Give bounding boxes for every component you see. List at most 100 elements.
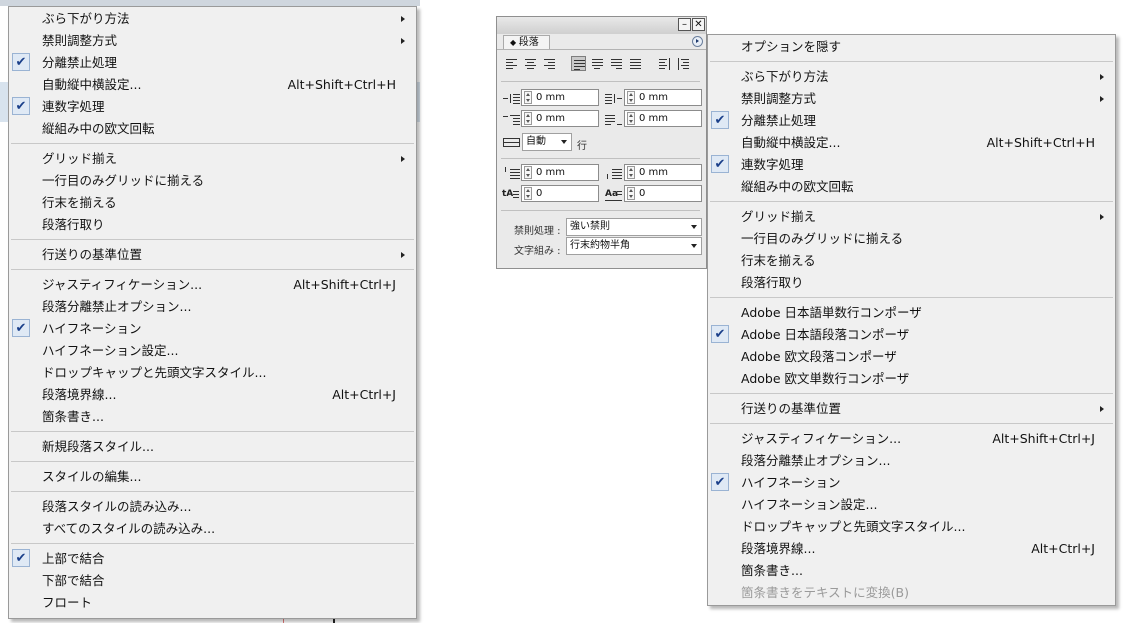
menu-item[interactable]: 行末を揃える xyxy=(9,192,416,214)
menu-item-label: ぶら下がり方法 xyxy=(741,69,829,84)
justify-left-icon[interactable] xyxy=(571,56,586,71)
menu-item[interactable]: 段落スタイルの読み込み... xyxy=(9,496,416,518)
menu-item[interactable]: 自動縦中横設定... Alt+Shift+Ctrl+H xyxy=(9,74,416,96)
menu-item[interactable]: ✔ ハイフネーション xyxy=(708,472,1115,494)
menu-item[interactable]: 一行目のみグリッドに揃える xyxy=(708,228,1115,250)
menu-item-label: 自動縦中横設定... xyxy=(42,77,142,92)
tab-paragraph[interactable]: ◆ 段落 xyxy=(503,35,550,50)
menu-item-label: 自動縦中横設定... xyxy=(741,135,841,150)
justify-all-icon[interactable] xyxy=(628,56,643,71)
menu-item[interactable]: ぶら下がり方法 xyxy=(9,8,416,30)
first-line-indent-field[interactable]: 0 mm xyxy=(521,110,599,127)
panel-title-bar[interactable]: – ✕ xyxy=(497,17,706,34)
menu-item[interactable]: ✔ 分離禁止処理 xyxy=(708,110,1115,132)
menu-item[interactable]: ドロップキャップと先頭文字スタイル... xyxy=(708,516,1115,538)
drop-cap-chars-field[interactable]: 0 xyxy=(624,185,702,202)
menu-item[interactable]: 縦組み中の欧文回転 xyxy=(9,118,416,140)
menu-item[interactable]: ✔ 連数字処理 xyxy=(708,154,1115,176)
menu-item[interactable]: ✔ 分離禁止処理 xyxy=(9,52,416,74)
left-indent-stepper[interactable] xyxy=(524,91,532,104)
checkmark-icon: ✔ xyxy=(12,319,30,337)
menu-item[interactable]: 段落境界線... Alt+Ctrl+J xyxy=(708,538,1115,560)
align-towards-spine-icon[interactable] xyxy=(657,56,672,71)
menu-item-label: ハイフネーション設定... xyxy=(741,497,878,512)
menu-item[interactable]: 禁則調整方式 xyxy=(9,30,416,52)
justify-center-icon[interactable] xyxy=(590,56,605,71)
menu-item[interactable]: 一行目のみグリッドに揃える xyxy=(9,170,416,192)
auto-dropdown[interactable]: 自動 xyxy=(522,133,572,151)
menu-item[interactable]: フロート xyxy=(9,592,416,614)
menu-item[interactable]: 禁則調整方式 xyxy=(708,88,1115,110)
menu-item[interactable]: グリッド揃え xyxy=(708,206,1115,228)
menu-item[interactable]: オプションを隠す xyxy=(708,36,1115,58)
menu-item-label: ドロップキャップと先頭文字スタイル... xyxy=(42,365,267,380)
space-after-field[interactable]: 0 mm xyxy=(624,164,702,181)
minimize-button[interactable]: – xyxy=(678,18,691,31)
menu-item[interactable]: Adobe 欧文段落コンポーザ xyxy=(708,346,1115,368)
drop-cap-chars-value: 0 xyxy=(639,188,646,199)
menu-item[interactable]: すべてのスタイルの読み込み... xyxy=(9,518,416,540)
first-line-indent-stepper[interactable] xyxy=(524,112,532,125)
close-button[interactable]: ✕ xyxy=(692,18,705,31)
menu-item[interactable]: ✔ ハイフネーション xyxy=(9,318,416,340)
panel-divider xyxy=(501,158,700,159)
menu-item-label: 箇条書き... xyxy=(42,409,104,424)
last-line-indent-value: 0 mm xyxy=(639,113,669,124)
menu-item[interactable]: 下部で結合 xyxy=(9,570,416,592)
menu-item[interactable]: 縦組み中の欧文回転 xyxy=(708,176,1115,198)
left-indent-field[interactable]: 0 mm xyxy=(521,89,599,106)
kinsoku-dropdown[interactable]: 強い禁則 xyxy=(566,218,702,236)
menu-item-label: 上部で結合 xyxy=(42,551,105,566)
align-right-icon[interactable] xyxy=(542,56,557,71)
align-left-icon[interactable] xyxy=(504,56,519,71)
last-line-indent-stepper[interactable] xyxy=(627,112,635,125)
menu-item[interactable]: ✔ 連数字処理 xyxy=(9,96,416,118)
menu-item[interactable]: ぶら下がり方法 xyxy=(708,66,1115,88)
menu-item[interactable]: 段落境界線... Alt+Ctrl+J xyxy=(9,384,416,406)
panel-menu-button-icon[interactable] xyxy=(692,36,703,47)
menu-item[interactable]: 行送りの基準位置 xyxy=(9,244,416,266)
menu-item[interactable]: 箇条書き... xyxy=(9,406,416,428)
menu-item[interactable]: ジャスティフィケーション... Alt+Shift+Ctrl+J xyxy=(708,428,1115,450)
menu-item[interactable]: 新規段落スタイル... xyxy=(9,436,416,458)
menu-item[interactable]: 行末を揃える xyxy=(708,250,1115,272)
menu-item[interactable]: グリッド揃え xyxy=(9,148,416,170)
chevron-down-icon xyxy=(691,244,697,248)
menu-item[interactable]: ✔ 上部で結合 xyxy=(9,548,416,570)
menu-item-label: 行末を揃える xyxy=(42,195,117,210)
menu-item[interactable]: 箇条書き... xyxy=(708,560,1115,582)
auto-dropdown-value: 自動 xyxy=(526,136,546,147)
menu-item-label: スタイルの編集... xyxy=(42,469,142,484)
drop-cap-chars-icon: Aa xyxy=(605,188,622,201)
menu-item[interactable]: 段落分離禁止オプション... xyxy=(708,450,1115,472)
space-after-stepper[interactable] xyxy=(627,166,635,179)
drop-cap-chars-stepper[interactable] xyxy=(627,187,635,200)
menu-item[interactable]: ハイフネーション設定... xyxy=(708,494,1115,516)
justify-right-icon[interactable] xyxy=(609,56,624,71)
menu-item[interactable]: ✔ Adobe 日本語段落コンポーザ xyxy=(708,324,1115,346)
menu-separator xyxy=(710,423,1113,424)
last-line-indent-field[interactable]: 0 mm xyxy=(624,110,702,127)
menu-item[interactable]: ドロップキャップと先頭文字スタイル... xyxy=(9,362,416,384)
space-before-stepper[interactable] xyxy=(524,166,532,179)
menu-item[interactable]: 自動縦中横設定... Alt+Shift+Ctrl+H xyxy=(708,132,1115,154)
submenu-arrow-icon xyxy=(1100,74,1104,80)
menu-item[interactable]: 段落分離禁止オプション... xyxy=(9,296,416,318)
align-away-from-spine-icon[interactable] xyxy=(676,56,691,71)
menu-item[interactable]: 行送りの基準位置 xyxy=(708,398,1115,420)
align-center-icon[interactable] xyxy=(523,56,538,71)
drop-cap-lines-stepper[interactable] xyxy=(524,187,532,200)
menu-item[interactable]: 段落行取り xyxy=(9,214,416,236)
menu-item[interactable]: 段落行取り xyxy=(708,272,1115,294)
menu-item[interactable]: Adobe 欧文単数行コンポーザ xyxy=(708,368,1115,390)
menu-item[interactable]: ハイフネーション設定... xyxy=(9,340,416,362)
right-indent-stepper[interactable] xyxy=(627,91,635,104)
drop-cap-lines-field[interactable]: 0 xyxy=(521,185,599,202)
menu-item[interactable]: ジャスティフィケーション... Alt+Shift+Ctrl+J xyxy=(9,274,416,296)
mojikumi-dropdown[interactable]: 行末約物半角 xyxy=(566,237,702,255)
chevron-down-icon xyxy=(561,140,567,144)
right-indent-field[interactable]: 0 mm xyxy=(624,89,702,106)
menu-item[interactable]: Adobe 日本語単数行コンポーザ xyxy=(708,302,1115,324)
space-before-field[interactable]: 0 mm xyxy=(521,164,599,181)
menu-item[interactable]: スタイルの編集... xyxy=(9,466,416,488)
